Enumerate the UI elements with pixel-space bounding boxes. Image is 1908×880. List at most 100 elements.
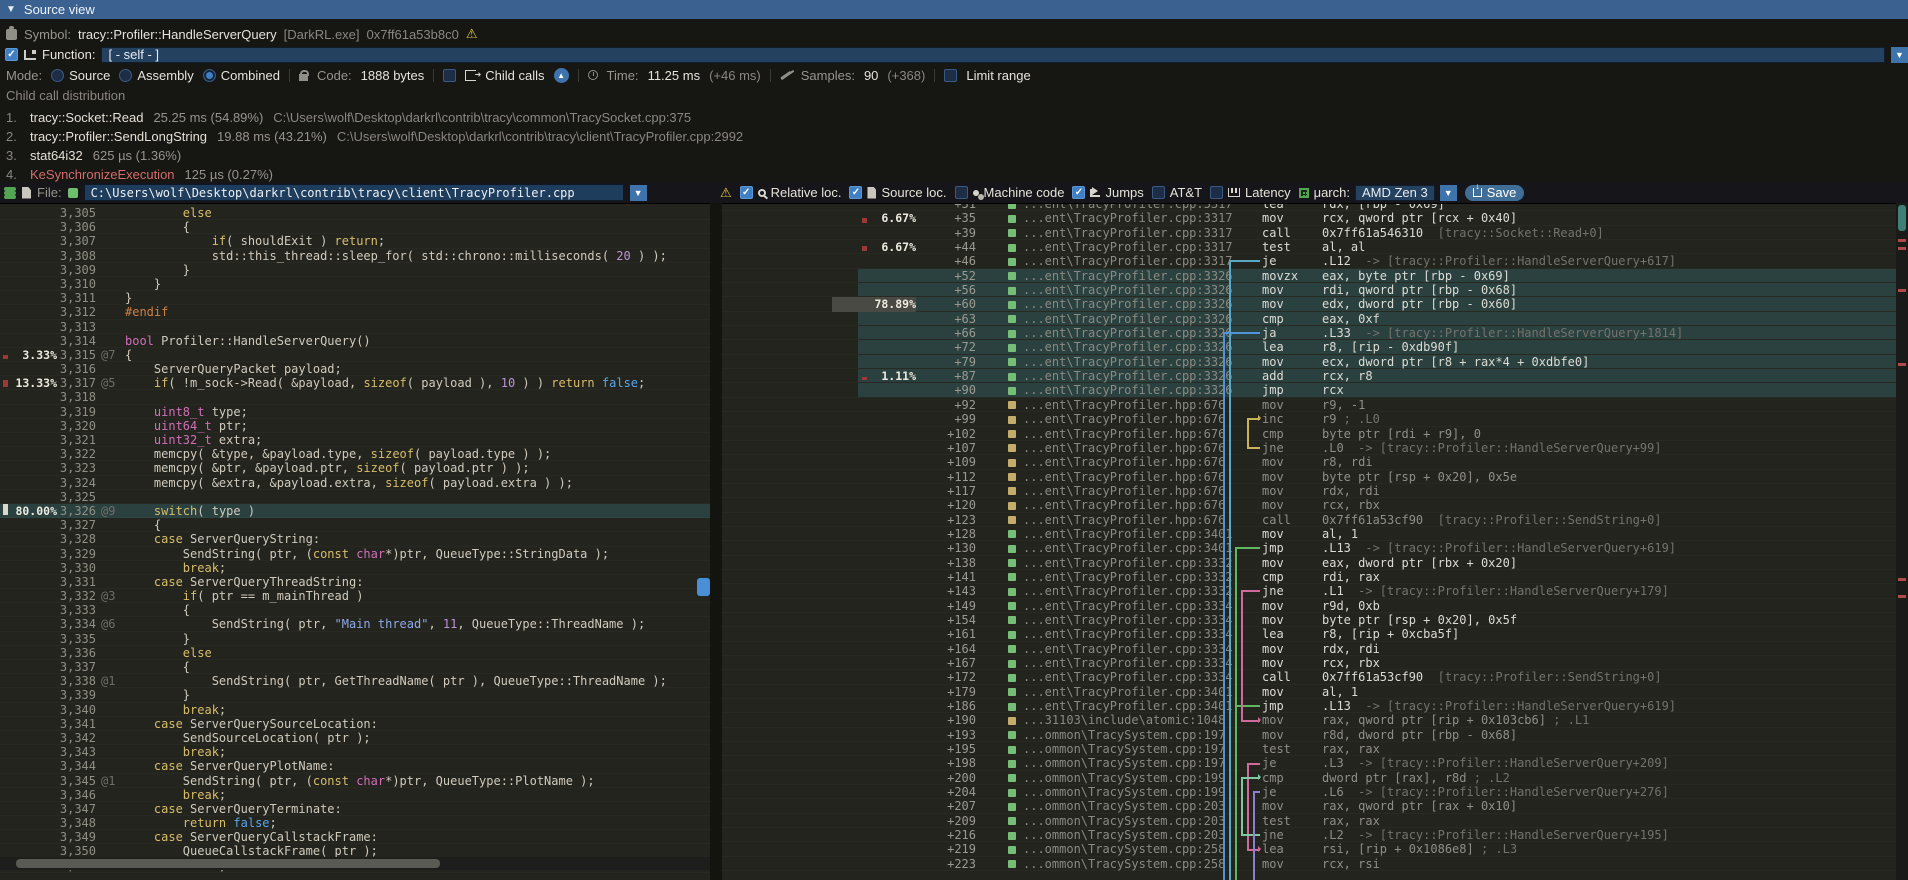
source-line[interactable]: 3,337 { xyxy=(0,660,710,674)
asm-row[interactable]: +216...ommon\TracySystem.cpp:203jne.L2 -… xyxy=(722,828,1896,842)
source-line[interactable]: 3.33%3,315@7{ xyxy=(0,348,710,362)
asm-row[interactable]: +56...ent\TracyProfiler.cpp:3326movrdi, … xyxy=(722,283,1896,297)
source-line[interactable]: 3,330 break; xyxy=(0,561,710,575)
scrollbar-handle[interactable] xyxy=(1898,205,1906,231)
asm-row[interactable]: +63...ent\TracyProfiler.cpp:3326cmpeax, … xyxy=(722,312,1896,326)
asm-row[interactable]: +92...ent\TracyProfiler.hpp:676movr9, -1 xyxy=(722,398,1896,412)
mode-radio-assembly[interactable]: Assembly xyxy=(119,68,193,83)
child-calls-checkbox[interactable] xyxy=(443,69,456,82)
source-files-icon[interactable] xyxy=(4,187,16,199)
function-checkbox[interactable] xyxy=(5,48,18,61)
titlebar[interactable]: ▼ Source view xyxy=(0,0,1908,19)
source-line[interactable]: 3,325 xyxy=(0,490,710,504)
source-line[interactable]: 3,347 case ServerQueryTerminate: xyxy=(0,802,710,816)
asm-row[interactable]: +128...ent\TracyProfiler.cpp:3401moval, … xyxy=(722,527,1896,541)
source-line[interactable]: 3,307 if( shouldExit ) return; xyxy=(0,234,710,248)
asm-row[interactable]: 1.11%+87...ent\TracyProfiler.cpp:3326add… xyxy=(722,369,1896,383)
function-dropdown-button[interactable]: ▼ xyxy=(1891,47,1908,63)
source-line[interactable]: 3,339 } xyxy=(0,688,710,702)
asm-row[interactable]: +141...ent\TracyProfiler.cpp:3332cmprdi,… xyxy=(722,570,1896,584)
asm-row[interactable]: +143...ent\TracyProfiler.cpp:3332jne.L1 … xyxy=(722,584,1896,598)
source-line[interactable]: 3,323 memcpy( &ptr, &payload.ptr, sizeof… xyxy=(0,461,710,475)
asm-row[interactable]: +198...ommon\TracySystem.cpp:197je.L3 ->… xyxy=(722,756,1896,770)
file-dropdown-button[interactable]: ▼ xyxy=(630,185,647,201)
source-line[interactable]: 3,342 SendSourceLocation( ptr ); xyxy=(0,731,710,745)
asm-row[interactable]: +179...ent\TracyProfiler.cpp:3401moval, … xyxy=(722,685,1896,699)
asm-row[interactable]: +204...ommon\TracySystem.cpp:199je.L6 ->… xyxy=(722,785,1896,799)
source-line[interactable]: 3,309 } xyxy=(0,263,710,277)
asm-row[interactable]: +149...ent\TracyProfiler.cpp:3334movr9d,… xyxy=(722,599,1896,613)
asm-row[interactable]: +207...ommon\TracySystem.cpp:203movrax, … xyxy=(722,799,1896,813)
asm-row[interactable]: +79...ent\TracyProfiler.cpp:3326movecx, … xyxy=(722,355,1896,369)
asm-row[interactable]: +223...ommon\TracySystem.cpp:258movrcx, … xyxy=(722,857,1896,871)
source-line[interactable]: 3,345@1 SendString( ptr, (const char*)pt… xyxy=(0,774,710,788)
limit-range-checkbox[interactable] xyxy=(944,69,957,82)
asm-row[interactable]: +138...ent\TracyProfiler.cpp:3332moveax,… xyxy=(722,556,1896,570)
source-line[interactable]: 3,314bool Profiler::HandleServerQuery() xyxy=(0,334,710,348)
asm-row[interactable]: +193...ommon\TracySystem.cpp:197movr8d, … xyxy=(722,728,1896,742)
asm-row[interactable]: 6.67%+44...ent\TracyProfiler.cpp:3317tes… xyxy=(722,240,1896,254)
source-line[interactable]: 3,318 xyxy=(0,390,710,404)
asm-row[interactable]: +112...ent\TracyProfiler.hpp:676movbyte … xyxy=(722,470,1896,484)
uarch-dropdown-button[interactable]: ▼ xyxy=(1440,185,1457,201)
source-line[interactable]: 3,335 } xyxy=(0,632,710,646)
source-pane[interactable]: 3,305 else3,306 {3,307 if( shouldExit ) … xyxy=(0,203,710,880)
asm-row[interactable]: +31...ent\TracyProfiler.cpp:3317leardx, … xyxy=(722,203,1896,211)
source-line[interactable]: 3,349 case ServerQueryCallstackFrame: xyxy=(0,830,710,844)
asm-row[interactable]: +161...ent\TracyProfiler.cpp:3334lear8, … xyxy=(722,627,1896,641)
source-line[interactable]: 3,312#endif xyxy=(0,305,710,319)
toolbar-toggle-latency[interactable]: Latency xyxy=(1210,185,1291,200)
source-line[interactable]: 3,308 std::this_thread::sleep_for( std::… xyxy=(0,249,710,263)
child-calls-collapse-button[interactable]: ▲ xyxy=(554,68,569,83)
asm-row[interactable]: +109...ent\TracyProfiler.hpp:676movr8, r… xyxy=(722,455,1896,469)
source-line[interactable]: 3,327 { xyxy=(0,518,710,532)
radio-icon[interactable] xyxy=(203,69,216,82)
source-line[interactable]: 3,331 case ServerQueryThreadString: xyxy=(0,575,710,589)
source-line[interactable]: 3,332@3 if( ptr == m_mainThread ) xyxy=(0,589,710,603)
source-line[interactable]: 3,348 return false; xyxy=(0,816,710,830)
source-line[interactable]: 3,310 } xyxy=(0,277,710,291)
child-call-item[interactable]: 1.tracy::Socket::Read25.25 ms (54.89%)C:… xyxy=(0,108,1908,127)
child-call-item[interactable]: 3.stat64i32625 µs (1.36%) xyxy=(0,146,1908,165)
save-button[interactable]: Save xyxy=(1465,185,1525,201)
function-combo[interactable]: [ - self - ] xyxy=(101,47,1885,63)
radio-icon[interactable] xyxy=(51,69,64,82)
source-line[interactable]: 3,346 break; xyxy=(0,788,710,802)
mode-radio-source[interactable]: Source xyxy=(51,68,110,83)
asm-row[interactable]: +154...ent\TracyProfiler.cpp:3334movbyte… xyxy=(722,613,1896,627)
checkbox-icon[interactable] xyxy=(955,186,968,199)
checkbox-icon[interactable] xyxy=(1072,186,1085,199)
asm-row[interactable]: +102...ent\TracyProfiler.hpp:676cmpbyte … xyxy=(722,427,1896,441)
source-line[interactable]: 3,341 case ServerQuerySourceLocation: xyxy=(0,717,710,731)
assembly-vertical-scrollbar[interactable] xyxy=(1896,203,1908,880)
asm-row[interactable]: +117...ent\TracyProfiler.hpp:676movrdx, … xyxy=(722,484,1896,498)
asm-row[interactable]: +120...ent\TracyProfiler.hpp:676movrcx, … xyxy=(722,498,1896,512)
source-line[interactable]: 3,321 uint32_t extra; xyxy=(0,433,710,447)
collapse-icon[interactable]: ▼ xyxy=(6,4,16,15)
source-vertical-scrollbar-handle[interactable] xyxy=(697,578,710,596)
asm-row[interactable]: +186...ent\TracyProfiler.cpp:3401jmp.L13… xyxy=(722,699,1896,713)
asm-row[interactable]: 78.89%+60...ent\TracyProfiler.cpp:3326mo… xyxy=(722,297,1896,311)
toolbar-toggle-source-loc-[interactable]: Source loc. xyxy=(849,185,946,200)
source-line[interactable]: 3,343 break; xyxy=(0,745,710,759)
asm-row[interactable]: +219...ommon\TracySystem.cpp:258learsi, … xyxy=(722,842,1896,856)
source-line[interactable]: 3,336 else xyxy=(0,646,710,660)
assembly-pane[interactable]: +31...ent\TracyProfiler.cpp:3317leardx, … xyxy=(722,203,1896,880)
asm-row[interactable]: +52...ent\TracyProfiler.cpp:3326movzxeax… xyxy=(722,269,1896,283)
child-call-item[interactable]: 2.tracy::Profiler::SendLongString19.88 m… xyxy=(0,127,1908,146)
source-line[interactable]: 3,313 xyxy=(0,320,710,334)
source-line[interactable]: 3,324 memcpy( &extra, &payload.extra, si… xyxy=(0,476,710,490)
asm-row[interactable]: +90...ent\TracyProfiler.cpp:3326jmprcx xyxy=(722,383,1896,397)
asm-row[interactable]: +164...ent\TracyProfiler.cpp:3334movrdx,… xyxy=(722,642,1896,656)
asm-row[interactable]: +190...31103\include\atomic:1048movrax, … xyxy=(722,713,1896,727)
source-line[interactable]: 3,334@6 SendString( ptr, "Main thread", … xyxy=(0,617,710,631)
source-line[interactable]: 3,344 case ServerQueryPlotName: xyxy=(0,759,710,773)
source-line[interactable]: 3,333 { xyxy=(0,603,710,617)
uarch-combo[interactable]: AMD Zen 3 xyxy=(1355,185,1435,201)
checkbox-icon[interactable] xyxy=(1152,186,1165,199)
source-line[interactable]: 80.00%3,326@9 switch( type ) xyxy=(0,504,710,518)
asm-row[interactable]: +200...ommon\TracySystem.cpp:199cmpdword… xyxy=(722,771,1896,785)
source-horizontal-scrollbar[interactable] xyxy=(0,857,710,870)
asm-row[interactable]: +99...ent\TracyProfiler.hpp:676incr9 ; .… xyxy=(722,412,1896,426)
source-line[interactable]: 3,322 memcpy( &type, &payload.type, size… xyxy=(0,447,710,461)
